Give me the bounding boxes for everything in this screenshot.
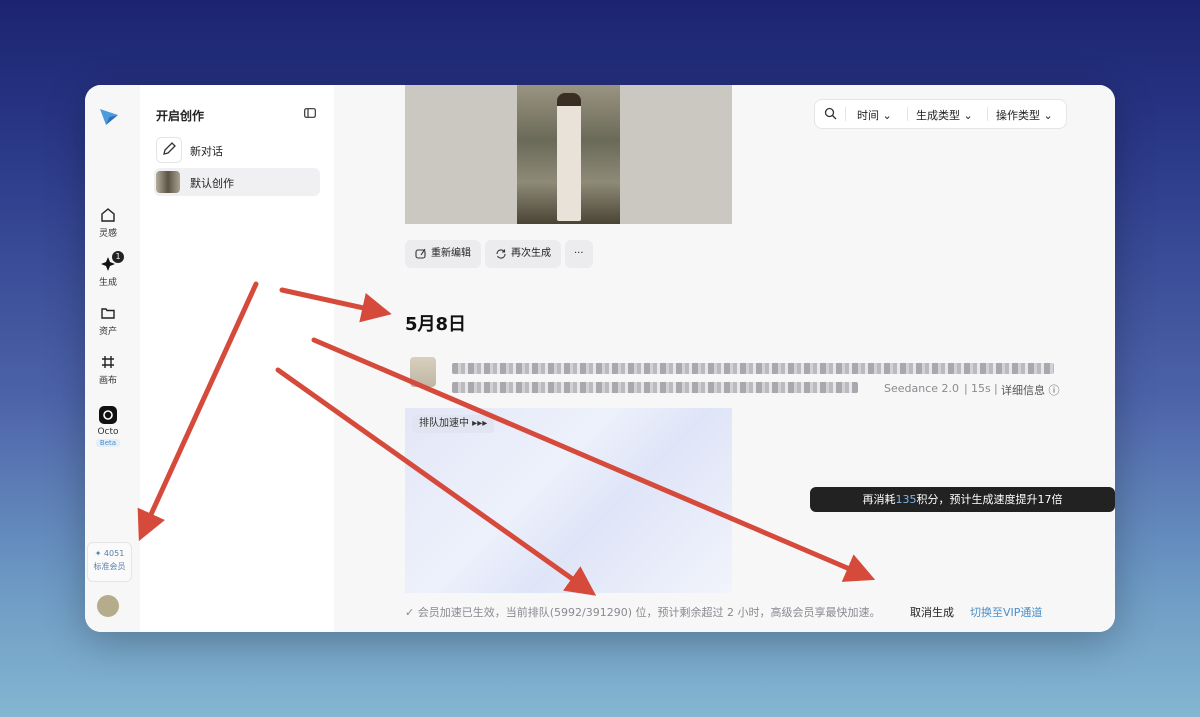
- app-logo[interactable]: [98, 105, 120, 127]
- meta-divider: |: [994, 382, 998, 395]
- edit-icon: [415, 248, 426, 259]
- rail-label: 画布: [98, 376, 117, 386]
- queue-total: /391290: [582, 606, 628, 619]
- home-icon: [101, 208, 115, 222]
- sidebar-item-new-chat[interactable]: 新对话: [154, 136, 320, 164]
- divider: [845, 107, 846, 121]
- rail-item-generate[interactable]: 1 生成: [85, 251, 131, 288]
- membership-plan: 标准会员: [93, 562, 126, 571]
- project-thumbnail: [156, 171, 180, 193]
- check-circle-icon: ✓: [405, 606, 415, 619]
- details-label: 详细信息: [1001, 384, 1045, 397]
- queue-prefix: 会员加速已生效，当前排队(: [417, 606, 555, 619]
- model-name: Seedance 2.0: [884, 382, 960, 395]
- left-rail: 灵感 1 生成 资产 画布 Octo Beta ✦ 4051 标准会员: [85, 85, 141, 632]
- op-type-filter-dropdown[interactable]: 操作类型 ⌄: [996, 107, 1053, 123]
- date-heading: 5月8日: [405, 314, 467, 335]
- edit-icon: [156, 137, 182, 163]
- beta-badge: Beta: [95, 439, 121, 447]
- chevron-down-icon: ⌄: [1043, 109, 1053, 122]
- chevron-down-icon: ⌄: [963, 109, 973, 122]
- re-edit-button[interactable]: 重新编辑: [405, 240, 481, 268]
- filter-bar: 时间 ⌄ 生成类型 ⌄ 操作类型 ⌄: [814, 99, 1067, 129]
- app-window: 灵感 1 生成 资产 画布 Octo Beta ✦ 4051 标准会员 开启创作…: [85, 85, 1115, 632]
- queue-position: 5992: [554, 606, 583, 619]
- op-type-label: 操作类型: [996, 109, 1040, 122]
- chevron-down-icon: ⌄: [882, 109, 892, 122]
- rail-label: 生成: [98, 278, 117, 288]
- video-placeholder[interactable]: [405, 408, 732, 593]
- regenerate-button[interactable]: 再次生成: [485, 240, 561, 268]
- notification-badge: 1: [112, 251, 124, 263]
- sidebar-item-default-creation[interactable]: 默认创作: [154, 168, 320, 196]
- blurred-prompt-line: [452, 363, 1054, 374]
- credits-amount: ✦ 4051: [94, 549, 125, 558]
- gen-type-label: 生成类型: [916, 109, 960, 122]
- meta-divider: |: [964, 382, 968, 395]
- switch-vip-channel-link[interactable]: 切换至VIP通道: [970, 604, 1042, 620]
- sidebar: 开启创作 新对话 默认创作: [140, 85, 335, 632]
- person-figure: [557, 93, 581, 221]
- canvas-icon: [102, 356, 114, 368]
- re-edit-label: 重新编辑: [431, 248, 471, 259]
- queue-suffix: ) 位，预计剩余超过 2 小时，高级会员享最快加速。: [627, 606, 881, 619]
- sidebar-item-label: 新对话: [190, 145, 223, 158]
- rail-item-assets[interactable]: 资产: [85, 305, 131, 337]
- duration: 15s: [971, 382, 991, 395]
- rail-label: 灵感: [98, 229, 117, 239]
- folder-icon: [101, 308, 115, 319]
- tooltip-before: 再消耗: [862, 493, 896, 506]
- rail-item-octo[interactable]: Octo Beta: [85, 406, 131, 448]
- gen-type-filter-dropdown[interactable]: 生成类型 ⌄: [916, 107, 973, 123]
- photo-content: [517, 85, 620, 224]
- details-link[interactable]: 详细信息 ⓘ: [1001, 382, 1060, 398]
- rail-item-inspiration[interactable]: 灵感: [85, 207, 131, 239]
- prompt-reference-thumbnail[interactable]: [410, 357, 436, 387]
- sidebar-item-label: 默认创作: [190, 177, 234, 190]
- rail-label: Octo: [97, 427, 119, 437]
- speedup-tooltip: 再消耗135积分，预计生成速度提升17倍: [810, 487, 1115, 512]
- rail-label: 资产: [98, 327, 117, 337]
- rail-item-canvas[interactable]: 画布: [85, 354, 131, 386]
- credits-widget[interactable]: ✦ 4051 标准会员: [87, 542, 132, 582]
- more-options-button[interactable]: ···: [565, 240, 593, 268]
- blurred-prompt-line: [452, 382, 858, 393]
- time-filter-dropdown[interactable]: 时间 ⌄: [857, 107, 892, 123]
- divider: [907, 107, 908, 121]
- tooltip-after: 积分，预计生成速度提升17倍: [916, 493, 1063, 506]
- more-icon: ···: [574, 248, 584, 259]
- sidebar-toggle-icon[interactable]: [304, 108, 316, 118]
- search-icon[interactable]: [824, 107, 837, 120]
- info-icon: ⓘ: [1048, 384, 1060, 397]
- cancel-generation-button[interactable]: 取消生成: [910, 604, 954, 620]
- avatar[interactable]: [97, 595, 119, 617]
- divider: [987, 107, 988, 121]
- regenerate-label: 再次生成: [511, 248, 551, 259]
- queue-status-text: ✓ 会员加速已生效，当前排队(5992/391290) 位，预计剩余超过 2 小…: [405, 604, 881, 620]
- tooltip-credits: 135: [895, 493, 917, 506]
- time-filter-label: 时间: [857, 109, 879, 122]
- generated-image[interactable]: [405, 85, 732, 224]
- queue-status-tag: 排队加速中 ▸▸▸: [412, 415, 495, 433]
- main-feed: 重新编辑 再次生成 ··· 时间 ⌄ 生成类型 ⌄ 操作类型 ⌄ 5月8日 Se…: [334, 85, 1115, 632]
- refresh-icon: [496, 249, 506, 259]
- sidebar-title: 开启创作: [156, 109, 205, 123]
- octo-icon: [99, 406, 117, 424]
